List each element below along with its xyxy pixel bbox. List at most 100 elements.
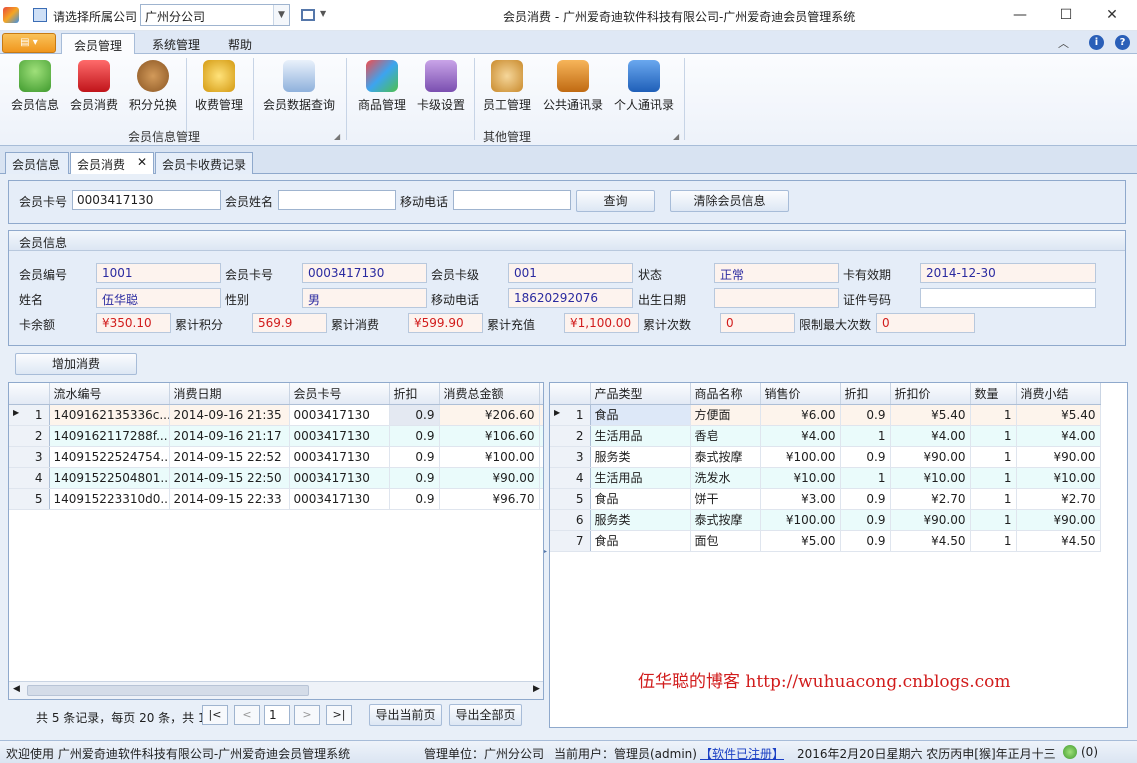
table-cell[interactable]: 1 xyxy=(840,467,891,489)
column-header[interactable]: 消费小结 xyxy=(1016,383,1101,405)
doc-tab-member-consume[interactable]: 会员消费 ✕ xyxy=(70,152,154,174)
table-row[interactable]: 5 140915223310d0... 2014-09-15 22:33 000341… xyxy=(9,488,543,510)
export-all-pages-button[interactable]: 导出全部页 xyxy=(449,704,522,726)
table-cell[interactable]: ¥3.00 xyxy=(760,488,841,510)
table-cell[interactable]: 0.9 xyxy=(389,446,440,468)
tab-member-management[interactable]: 会员管理 xyxy=(61,33,136,54)
table-cell[interactable]: 洗发水 xyxy=(690,467,761,489)
minimize-button[interactable]: — xyxy=(1009,4,1031,26)
collapse-ribbon-icon[interactable]: ︿ xyxy=(1058,35,1069,51)
table-cell[interactable]: 1409162135336c... xyxy=(49,404,170,426)
tab-help[interactable]: 帮助 xyxy=(216,33,264,54)
column-header[interactable]: 消费总金额 xyxy=(439,383,540,405)
scroll-right-icon[interactable]: ▶ xyxy=(533,684,540,694)
last-page-button[interactable]: >| xyxy=(326,705,352,725)
doc-tab-card-fee-records[interactable]: 会员卡收费记录 xyxy=(155,152,253,174)
table-cell[interactable]: ¥4.00 xyxy=(760,425,841,447)
table-cell[interactable]: 140915223310d0... xyxy=(49,488,170,510)
column-header[interactable]: 数量 xyxy=(970,383,1017,405)
table-cell[interactable]: ¥4.50 xyxy=(890,530,971,552)
table-cell[interactable]: 0.9 xyxy=(840,509,891,531)
table-cell[interactable]: 食品 xyxy=(590,404,691,426)
table-cell[interactable]: 1 xyxy=(970,488,1017,510)
table-cell[interactable]: 香皂 xyxy=(690,425,761,447)
column-header[interactable]: 消费日期 xyxy=(169,383,290,405)
scroll-left-icon[interactable]: ◀ xyxy=(13,684,20,694)
table-row[interactable]: 7 食品 面包 ¥5.00 0.9 ¥4.50 1 ¥4.50 xyxy=(550,530,1101,552)
add-consume-button[interactable]: 增加消费 xyxy=(15,353,137,375)
member-data-query-button[interactable]: 会员数据查询 xyxy=(259,58,339,120)
table-row[interactable]: 4 14091522504801... 2014-09-15 22:50 000341… xyxy=(9,467,543,489)
table-cell[interactable]: 0003417130 xyxy=(289,467,390,489)
table-cell[interactable]: 0003417130 xyxy=(289,488,390,510)
table-cell[interactable]: ¥100.00 xyxy=(439,446,540,468)
table-cell[interactable]: 0.9 xyxy=(840,488,891,510)
company-select[interactable]: 广州分公司 ▼ xyxy=(140,4,290,26)
layout-icon[interactable] xyxy=(301,9,315,21)
group-launcher-icon[interactable]: ◢ xyxy=(673,132,679,141)
table-cell[interactable]: 1 xyxy=(970,467,1017,489)
table-cell[interactable]: 14091522504801... xyxy=(49,467,170,489)
card-level-button[interactable]: 卡级设置 xyxy=(414,58,468,120)
chevron-down-icon[interactable]: ▼ xyxy=(273,5,289,25)
table-cell[interactable]: ¥90.00 xyxy=(890,509,971,531)
member-consume-button[interactable]: 会员消费 xyxy=(67,58,121,120)
table-cell[interactable]: ¥6.00 xyxy=(760,404,841,426)
table-cell[interactable]: 14091522524754... xyxy=(49,446,170,468)
table-cell[interactable]: ¥5.40 xyxy=(890,404,971,426)
table-cell[interactable]: 泰式按摩 xyxy=(690,509,761,531)
horizontal-scrollbar[interactable]: ◀ ▶ xyxy=(9,681,543,699)
table-cell[interactable]: 生活用品 xyxy=(590,467,691,489)
table-row[interactable]: 5 食品 饼干 ¥3.00 0.9 ¥2.70 1 ¥2.70 xyxy=(550,488,1101,510)
table-cell[interactable]: 1 xyxy=(970,530,1017,552)
app-menu-button[interactable]: ▤ ▾ xyxy=(2,33,56,53)
table-cell[interactable]: ¥2.70 xyxy=(890,488,971,510)
table-cell[interactable]: ¥90.00 xyxy=(890,446,971,468)
table-cell[interactable]: 0.9 xyxy=(840,530,891,552)
table-cell[interactable]: 0.9 xyxy=(840,446,891,468)
export-current-page-button[interactable]: 导出当前页 xyxy=(369,704,442,726)
column-header[interactable]: 流水编号 xyxy=(49,383,170,405)
tab-system-management[interactable]: 系统管理 xyxy=(140,33,212,54)
table-cell[interactable]: 面包 xyxy=(690,530,761,552)
product-management-button[interactable]: 商品管理 xyxy=(354,58,410,120)
table-cell[interactable]: ¥10.00 xyxy=(760,467,841,489)
table-cell[interactable]: 2014-09-16 21:35 xyxy=(169,404,290,426)
close-button[interactable]: ✕ xyxy=(1101,4,1123,26)
table-cell[interactable]: 2014-09-15 22:50 xyxy=(169,467,290,489)
table-cell[interactable]: 方便面 xyxy=(690,404,761,426)
table-cell[interactable]: 1 xyxy=(970,404,1017,426)
member-name-input[interactable] xyxy=(278,190,396,210)
table-cell[interactable]: 生活用品 xyxy=(590,425,691,447)
table-cell[interactable]: 2014-09-15 22:52 xyxy=(169,446,290,468)
table-cell[interactable]: 2014-09-15 22:33 xyxy=(169,488,290,510)
table-cell[interactable]: ¥4.00 xyxy=(1016,425,1101,447)
table-cell[interactable]: ¥5.40 xyxy=(1016,404,1101,426)
table-cell[interactable]: 0.9 xyxy=(389,425,440,447)
table-cell[interactable]: 0.9 xyxy=(389,467,440,489)
group-launcher-icon[interactable]: ◢ xyxy=(334,132,340,141)
table-cell[interactable]: ¥10.00 xyxy=(890,467,971,489)
prev-page-button[interactable]: < xyxy=(234,705,260,725)
table-cell[interactable]: ¥4.50 xyxy=(1016,530,1101,552)
table-cell[interactable]: ¥90.00 xyxy=(1016,446,1101,468)
column-header[interactable]: 折扣 xyxy=(840,383,891,405)
table-cell[interactable]: 0003417130 xyxy=(289,446,390,468)
table-row[interactable]: 3 服务类 泰式按摩 ¥100.00 0.9 ¥90.00 1 ¥90.00 xyxy=(550,446,1101,468)
table-cell[interactable]: 1 xyxy=(970,446,1017,468)
personal-contacts-button[interactable]: 个人通讯录 xyxy=(611,58,677,120)
column-header[interactable]: 折扣 xyxy=(389,383,440,405)
splitter-handle-icon[interactable]: ▸ xyxy=(544,548,547,555)
clear-member-info-button[interactable]: 清除会员信息 xyxy=(670,190,789,212)
table-cell[interactable]: ¥2.70 xyxy=(1016,488,1101,510)
next-page-button[interactable]: > xyxy=(294,705,320,725)
table-cell[interactable]: 0003417130 xyxy=(289,425,390,447)
table-cell[interactable]: 服务类 xyxy=(590,509,691,531)
table-cell[interactable]: 0003417130 xyxy=(289,404,390,426)
table-cell[interactable]: ¥100.00 xyxy=(760,509,841,531)
member-info-button[interactable]: 会员信息 xyxy=(8,58,62,120)
column-header[interactable]: 产品类型 xyxy=(590,383,691,405)
table-cell[interactable]: 0.9 xyxy=(389,488,440,510)
page-number-input[interactable]: 1 xyxy=(264,705,290,725)
table-cell[interactable]: 2014-09-16 21:17 xyxy=(169,425,290,447)
